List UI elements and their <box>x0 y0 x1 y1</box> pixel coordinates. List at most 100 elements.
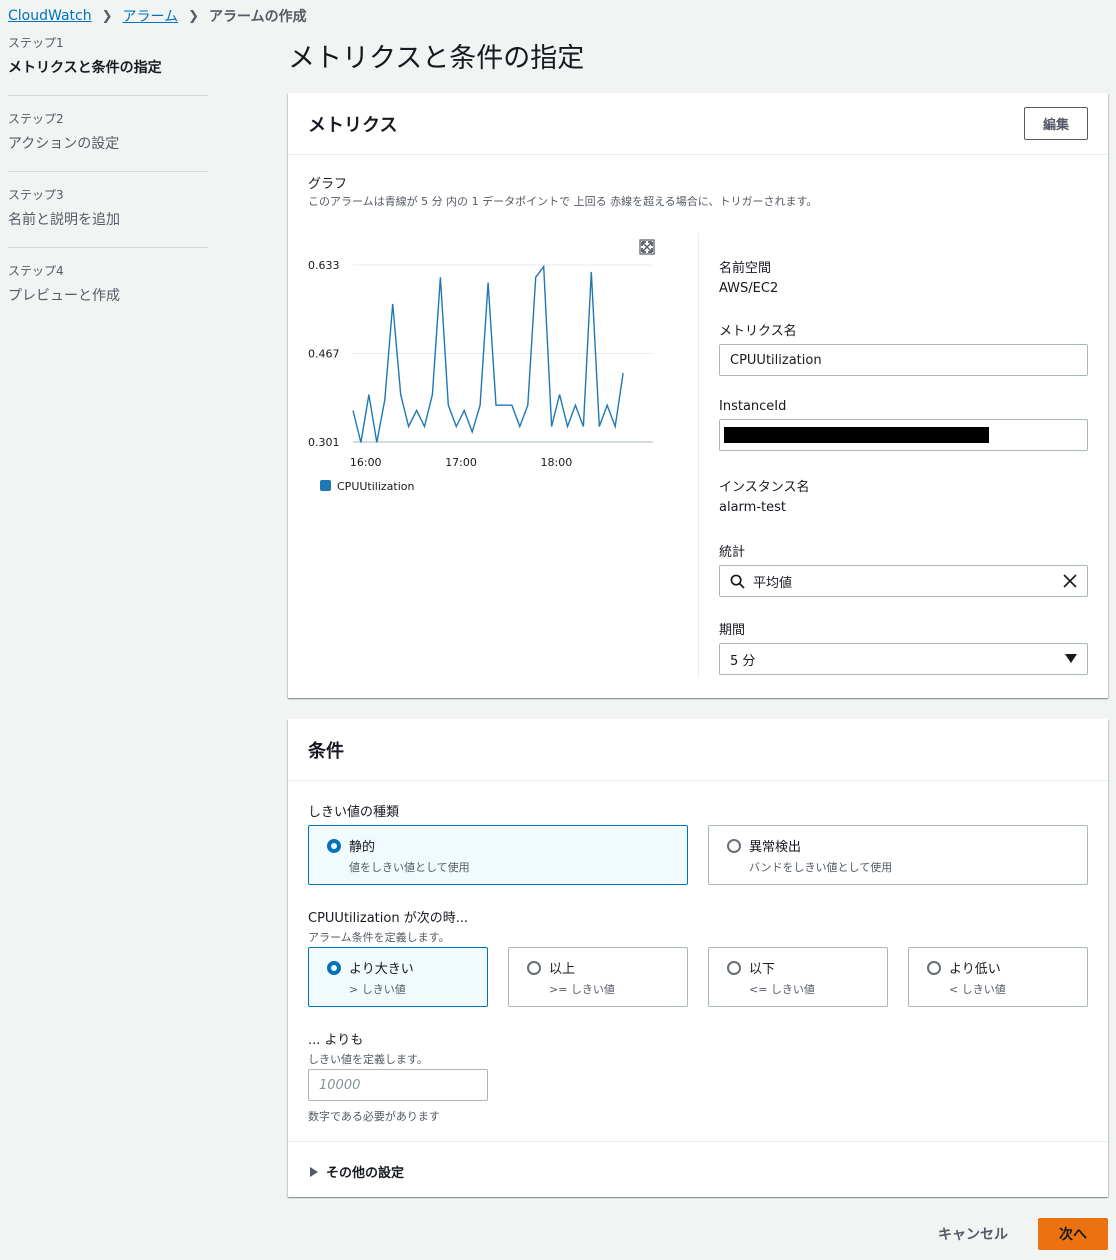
step-title: 名前と説明を追加 <box>8 212 120 228</box>
chevron-right-icon: ❯ <box>188 8 199 24</box>
search-icon <box>730 574 745 589</box>
op-greater-or-equal[interactable]: 以上 >= しきい値 <box>508 947 688 1007</box>
chevron-right-icon: ❯ <box>101 8 113 24</box>
breadcrumb-cloudwatch[interactable]: CloudWatch <box>8 8 92 24</box>
op-less-than[interactable]: より低い < しきい値 <box>908 947 1088 1007</box>
instance-name-field: インスタンス名 alarm-test <box>719 476 809 515</box>
panel-divider <box>698 233 699 678</box>
metrics-panel-header: メトリクス 編集 <box>288 93 1108 155</box>
radio-unselected[interactable] <box>527 960 541 975</box>
metric-name-input[interactable]: CPUUtilization <box>719 344 1088 376</box>
op-desc: <= しきい値 <box>749 983 815 996</box>
instance-id-field: InstanceId <box>719 399 1088 451</box>
y-tick-label: 0.633 <box>308 259 340 272</box>
instance-id-input[interactable] <box>719 419 1088 451</box>
step-number: ステップ3 <box>8 188 64 202</box>
static-label: 静的 <box>349 840 376 855</box>
statistic-input[interactable]: 平均値 <box>719 565 1088 597</box>
than-desc: しきい値を定義します。 <box>308 1053 428 1066</box>
other-settings-label: その他の設定 <box>326 1166 405 1181</box>
period-label: 期間 <box>719 623 746 638</box>
static-threshold-option[interactable]: 静的 値をしきい値として使用 <box>308 825 688 885</box>
step-number: ステップ2 <box>8 112 64 126</box>
op-label: より大きい <box>349 962 414 977</box>
period-field: 期間 5 分 <box>719 619 1088 675</box>
when-desc: アラーム条件を定義します。 <box>308 931 450 944</box>
op-label: より低い <box>949 962 1001 977</box>
namespace-field: 名前空間 AWS/EC2 <box>719 257 778 296</box>
namespace-value: AWS/EC2 <box>719 281 779 296</box>
y-tick-label: 0.467 <box>308 348 340 361</box>
cpu-utilization-chart: Percent 0.633 0.467 0.301 16:00 17:00 18:00 CPU… <box>308 253 653 493</box>
radio-unselected[interactable] <box>927 960 941 975</box>
conditions-panel: 条件 しきい値の種類 静的 値をしきい値として使用 異常検出 バンドをしきい値と… <box>288 719 1108 1197</box>
than-label: ... よりも <box>308 1033 364 1048</box>
static-desc: 値をしきい値として使用 <box>349 861 470 874</box>
page-title: メトリクスと条件の指定 <box>288 43 585 74</box>
conditions-panel-title: 条件 <box>308 740 344 762</box>
threshold-value-section: ... よりも しきい値を定義します。 <box>308 1029 428 1067</box>
threshold-input[interactable]: 10000 <box>308 1069 488 1101</box>
step-1: ステップ1 メトリクスと条件の指定 <box>8 34 208 96</box>
step-title: アクションの設定 <box>8 136 120 152</box>
op-greater-than[interactable]: より大きい > しきい値 <box>308 947 488 1007</box>
radio-selected[interactable] <box>327 838 341 853</box>
statistic-field: 統計 平均値 <box>719 541 1088 597</box>
anomaly-detection-option[interactable]: 異常検出 バンドをしきい値として使用 <box>708 825 1088 885</box>
period-select[interactable]: 5 分 <box>719 643 1088 675</box>
breadcrumb-alarms[interactable]: アラーム <box>122 6 178 26</box>
op-desc: >= しきい値 <box>549 983 615 996</box>
instance-id-label: InstanceId <box>719 399 787 414</box>
radio-selected[interactable] <box>327 960 341 975</box>
anomaly-label: 異常検出 <box>749 840 802 855</box>
section-divider <box>288 1141 1108 1142</box>
x-tick-label: 17:00 <box>445 456 477 469</box>
series-line <box>352 264 624 443</box>
op-label: 以上 <box>549 962 576 977</box>
next-button[interactable]: 次へ <box>1038 1218 1108 1250</box>
step-number: ステップ4 <box>8 264 64 278</box>
statistic-value: 平均値 <box>753 575 793 591</box>
step-number: ステップ1 <box>8 36 64 50</box>
threshold-type-label: しきい値の種類 <box>308 805 400 820</box>
legend-label: CPUUtilization <box>337 480 415 493</box>
caret-right-icon <box>310 1166 318 1177</box>
radio-unselected[interactable] <box>727 838 741 853</box>
other-settings-toggle[interactable]: その他の設定 <box>310 1162 404 1181</box>
y-axis-label: Percent <box>308 253 350 256</box>
breadcrumb: CloudWatch ❯ アラーム ❯ アラームの作成 <box>8 6 307 26</box>
namespace-label: 名前空間 <box>719 261 772 276</box>
when-label: CPUUtilization が次の時... <box>308 911 469 926</box>
graph-description: このアラームは青線が 5 分 内の 1 データポイントで 上回る 赤線を超える場… <box>308 195 818 208</box>
cancel-button[interactable]: キャンセル <box>938 1224 1008 1244</box>
x-tick-label: 16:00 <box>350 456 382 469</box>
instance-name-value: alarm-test <box>719 500 786 515</box>
conditions-panel-header: 条件 <box>288 719 1108 781</box>
graph-label: グラフ <box>308 177 348 192</box>
metric-name-label: メトリクス名 <box>719 324 797 339</box>
op-label: 以下 <box>749 962 776 977</box>
caret-down-icon <box>1065 654 1077 663</box>
anomaly-desc: バンドをしきい値として使用 <box>749 861 893 874</box>
breadcrumb-current: アラームの作成 <box>208 9 307 25</box>
step-title: プレビューと作成 <box>8 288 120 304</box>
metrics-panel: メトリクス 編集 グラフ このアラームは青線が 5 分 内の 1 データポイント… <box>288 93 1108 698</box>
op-less-or-equal[interactable]: 以下 <= しきい値 <box>708 947 888 1007</box>
threshold-type-section: しきい値の種類 <box>308 801 399 820</box>
period-value: 5 分 <box>730 653 756 669</box>
instance-name-label: インスタンス名 <box>719 480 810 495</box>
y-tick-label: 0.301 <box>308 436 340 449</box>
threshold-hint: 数字である必要があります <box>308 1110 440 1123</box>
clear-icon[interactable] <box>1063 574 1077 588</box>
wizard-steps: ステップ1 メトリクスと条件の指定 ステップ2 アクションの設定 ステップ3 名… <box>8 34 208 337</box>
legend-swatch <box>320 480 331 491</box>
op-desc: < しきい値 <box>949 983 1006 996</box>
condition-section: CPUUtilization が次の時... アラーム条件を定義します。 <box>308 907 468 945</box>
edit-button[interactable]: 編集 <box>1023 107 1088 140</box>
radio-unselected[interactable] <box>727 960 741 975</box>
metric-name-field: メトリクス名 CPUUtilization <box>719 320 1088 376</box>
redacted-value <box>724 427 989 443</box>
metrics-panel-title: メトリクス <box>308 114 398 136</box>
step-4: ステップ4 プレビューと作成 <box>8 262 208 323</box>
statistic-label: 統計 <box>719 545 746 560</box>
